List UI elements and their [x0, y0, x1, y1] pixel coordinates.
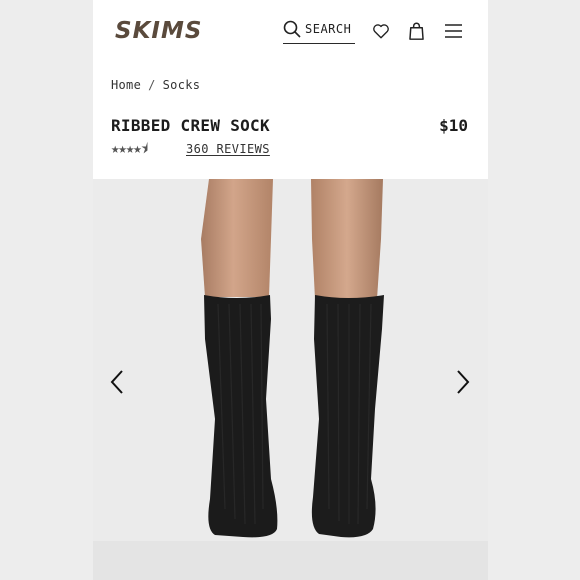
search-label: SEARCH — [305, 22, 352, 36]
star-rating-icons: ★★★★⯨ — [111, 141, 148, 157]
breadcrumb-socks[interactable]: Socks — [163, 78, 201, 92]
heart-icon[interactable] — [372, 22, 390, 40]
reviews-link[interactable]: 360 REVIEWS — [186, 142, 270, 156]
previous-image-arrow-icon[interactable] — [109, 369, 125, 395]
site-header: SKIMS SEARCH — [93, 0, 488, 62]
right-sock — [311, 295, 384, 538]
breadcrumb: Home / Socks — [111, 78, 200, 92]
shopping-bag-icon[interactable] — [408, 22, 425, 40]
breadcrumb-home[interactable]: Home — [111, 78, 141, 92]
menu-icon[interactable] — [445, 24, 462, 38]
product-title: RIBBED CREW SOCK — [111, 116, 270, 135]
product-price: $10 — [439, 116, 468, 135]
search-button[interactable]: SEARCH — [283, 19, 355, 44]
search-icon — [283, 20, 301, 38]
product-page: SKIMS SEARCH Home / Socks RIBBED CREW SOCK… — [93, 0, 488, 580]
breadcrumb-separator: / — [148, 78, 156, 92]
product-photo — [93, 179, 488, 580]
next-image-arrow-icon[interactable] — [455, 369, 471, 395]
product-image-gallery[interactable] — [93, 179, 488, 580]
skims-logo[interactable]: SKIMS — [115, 14, 202, 48]
